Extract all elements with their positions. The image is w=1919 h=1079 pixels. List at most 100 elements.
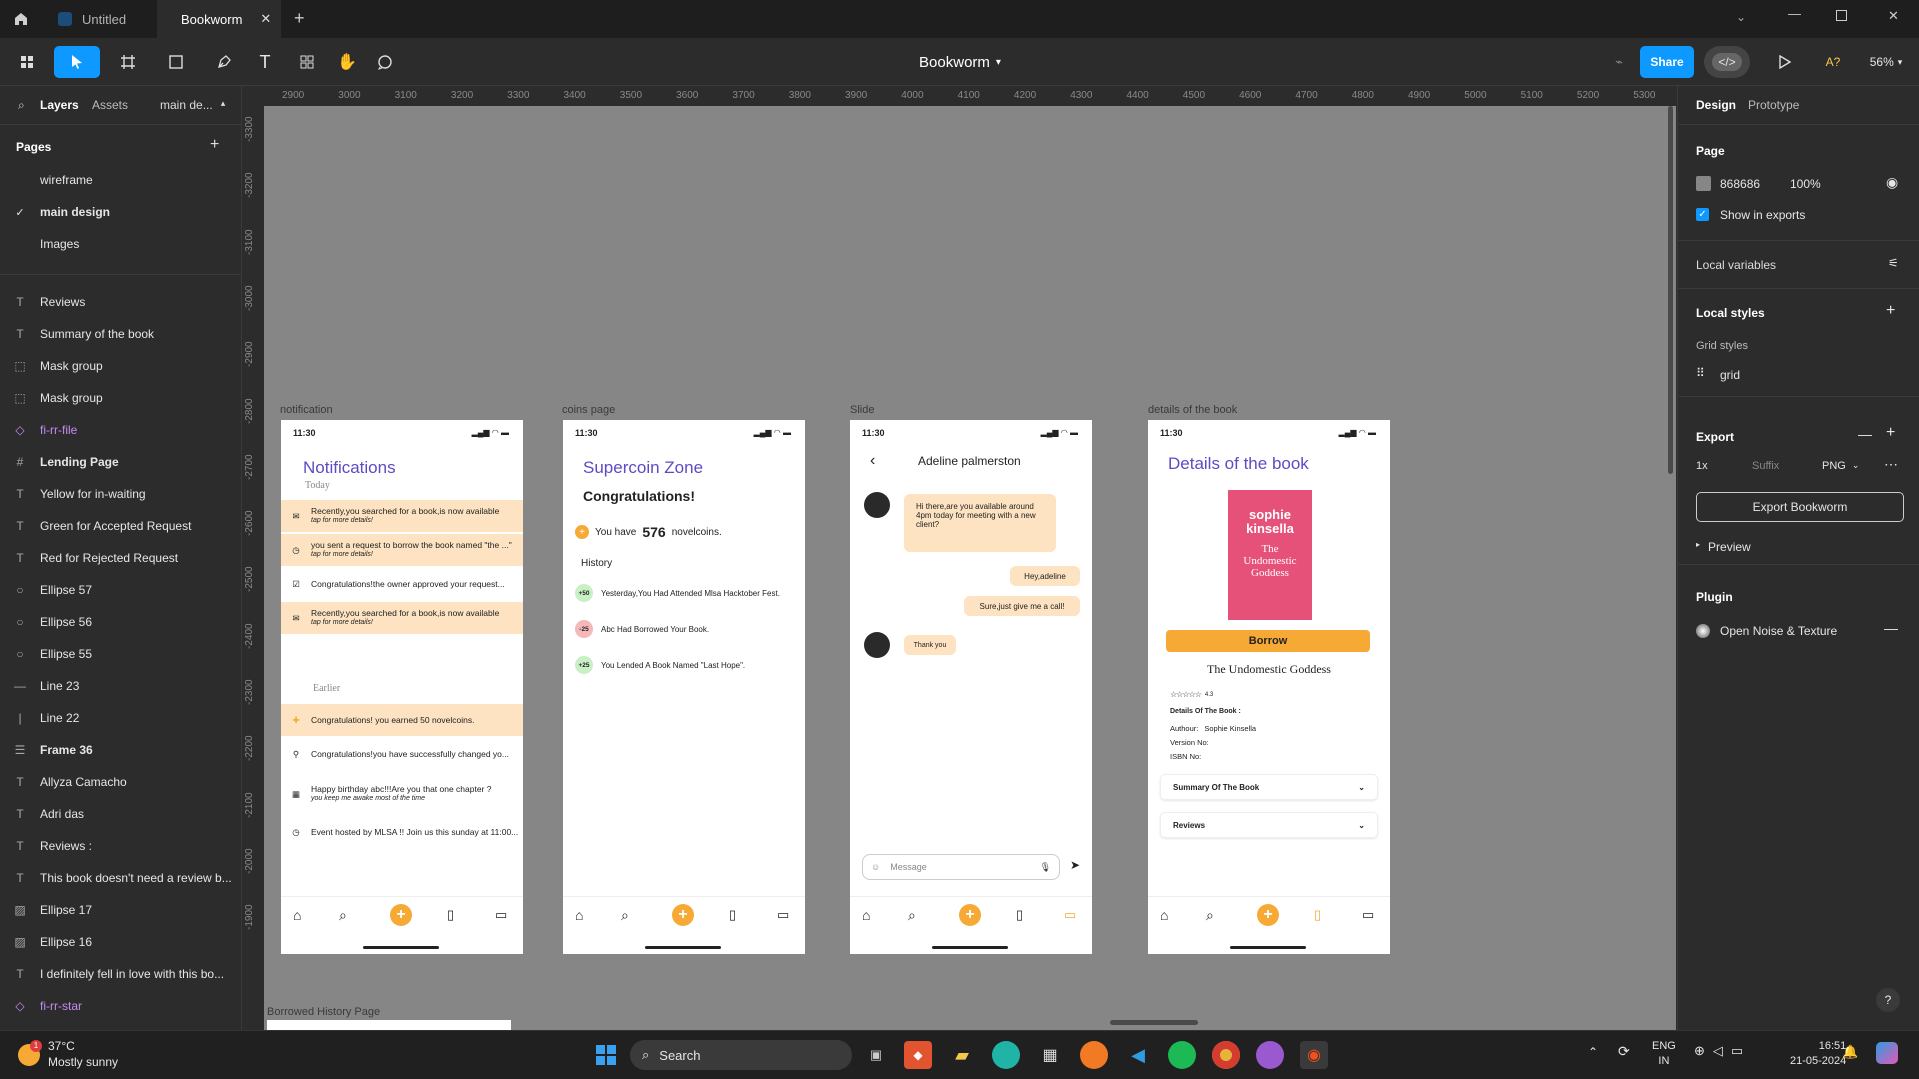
weather-widget[interactable]: 1 37°C Mostly sunny: [18, 1039, 118, 1070]
copilot-icon[interactable]: [1876, 1042, 1898, 1064]
summary-accordion[interactable]: Summary Of The Book ⌄: [1160, 774, 1378, 800]
nav-book-icon[interactable]: ▯: [729, 907, 736, 923]
nav-home-icon[interactable]: ⌂: [862, 907, 870, 923]
frame-label-notification[interactable]: notification: [280, 404, 333, 416]
layer-item[interactable]: ☰ Frame 36: [0, 734, 241, 766]
brave-browser-icon[interactable]: ◆: [904, 1041, 932, 1069]
notification-item[interactable]: ⚲ Congratulations!you have successfully c…: [281, 738, 523, 770]
export-button[interactable]: Export Bookworm: [1696, 492, 1904, 522]
page-color-value[interactable]: 868686: [1720, 177, 1760, 191]
github-icon[interactable]: [1256, 1041, 1284, 1069]
nav-home-icon[interactable]: ⌂: [575, 907, 583, 923]
chevron-up-icon[interactable]: ⌃: [1588, 1045, 1598, 1059]
task-view-icon[interactable]: ▣: [862, 1041, 890, 1069]
resources-button[interactable]: [294, 46, 320, 78]
home-button[interactable]: [8, 8, 34, 30]
nav-add-button[interactable]: +: [390, 904, 412, 926]
figma-app-icon[interactable]: ◉: [1300, 1041, 1328, 1069]
nav-add-button[interactable]: +: [1257, 904, 1279, 926]
layer-item[interactable]: ⬚ Mask group: [0, 382, 241, 414]
back-arrow-icon[interactable]: ‹: [870, 452, 875, 470]
frame-label-coins[interactable]: coins page: [562, 404, 615, 416]
main-menu-button[interactable]: [12, 46, 42, 78]
close-icon[interactable]: ✕: [260, 11, 271, 27]
layer-item[interactable]: T This book doesn't need a review b...: [0, 862, 241, 894]
show-exports-checkbox[interactable]: ✓: [1696, 208, 1709, 221]
frame-tool-button[interactable]: [110, 46, 146, 78]
system-tray-icons[interactable]: ⊕◁▭: [1694, 1043, 1751, 1059]
accessibility-button[interactable]: A?: [1820, 46, 1846, 78]
bell-icon[interactable]: 🔔: [1842, 1044, 1858, 1060]
text-tool-button[interactable]: T: [252, 46, 278, 78]
notification-frame[interactable]: 11:30 ▂▄▆ ◠ ▬ Notifications Today ✉ Recen…: [281, 420, 523, 954]
share-button[interactable]: Share: [1640, 46, 1694, 78]
nav-home-icon[interactable]: ⌂: [1160, 907, 1168, 923]
page-item-wireframe[interactable]: wireframe: [0, 164, 241, 196]
nav-book-icon[interactable]: ▯: [1314, 907, 1321, 923]
page-dropdown[interactable]: main de... ▴: [160, 98, 225, 112]
layer-item[interactable]: ⬚ Mask group: [0, 350, 241, 382]
details-frame[interactable]: 11:30 ▂▄▆ ◠ ▬ Details of the book sophie…: [1148, 420, 1390, 954]
shape-tool-button[interactable]: [158, 46, 194, 78]
nav-search-icon[interactable]: ⌕: [621, 907, 629, 924]
layer-item[interactable]: ○ Ellipse 56: [0, 606, 241, 638]
frame-label-details[interactable]: details of the book: [1148, 404, 1237, 416]
tab-prototype[interactable]: Prototype: [1748, 98, 1799, 112]
present-button[interactable]: [1770, 46, 1800, 78]
layer-item[interactable]: T Adri das: [0, 798, 241, 830]
add-style-button[interactable]: +: [1886, 302, 1895, 320]
firefox-icon[interactable]: [1080, 1041, 1108, 1069]
notification-item[interactable]: ☑ Congratulations!the owner approved your…: [281, 568, 523, 600]
restore-icon[interactable]: [1836, 10, 1847, 21]
local-variables-label[interactable]: Local variables: [1696, 258, 1776, 272]
tab-assets[interactable]: Assets: [92, 98, 128, 112]
borrow-button[interactable]: Borrow: [1166, 630, 1370, 652]
remove-plugin-button[interactable]: —: [1884, 620, 1898, 636]
notification-item[interactable]: ✉ Recently,you searched for a book,is now…: [281, 602, 523, 634]
new-tab-button[interactable]: +: [294, 8, 305, 29]
remove-export-button[interactable]: —: [1858, 426, 1872, 442]
zoom-dropdown[interactable]: 56% ▾: [1862, 46, 1910, 78]
nav-search-icon[interactable]: ⌕: [908, 907, 916, 924]
add-page-button[interactable]: +: [210, 136, 219, 154]
clock[interactable]: 16:51 21-05-2024: [1790, 1039, 1846, 1070]
taskbar-search[interactable]: ⌕ Search: [630, 1040, 852, 1070]
nav-book-icon[interactable]: ▯: [447, 907, 454, 923]
send-icon[interactable]: ➤: [1070, 858, 1080, 872]
comment-tool-button[interactable]: [372, 46, 398, 78]
layer-item[interactable]: | Line 22: [0, 702, 241, 734]
hand-tool-button[interactable]: ✋: [334, 46, 360, 78]
notification-item[interactable]: ✚ Congratulations! you earned 50 novelcoi…: [281, 704, 523, 736]
export-format-dropdown[interactable]: PNG ⌄: [1822, 460, 1859, 472]
store-icon[interactable]: ▦: [1036, 1041, 1064, 1069]
eye-icon[interactable]: ◉: [1886, 174, 1898, 191]
more-options-icon[interactable]: ⋯: [1884, 456, 1898, 473]
nav-book-icon[interactable]: ▯: [1016, 907, 1023, 923]
emoji-icon[interactable]: ☺: [871, 862, 880, 872]
layer-item[interactable]: T Green for Accepted Request: [0, 510, 241, 542]
layer-item[interactable]: T Allyza Camacho: [0, 766, 241, 798]
message-input[interactable]: ☺ Message 🎙: [862, 854, 1060, 880]
add-export-button[interactable]: +: [1886, 424, 1895, 442]
nav-search-icon[interactable]: ⌕: [1206, 907, 1214, 924]
layer-item[interactable]: T Yellow for in-waiting: [0, 478, 241, 510]
move-tool-button[interactable]: [54, 46, 100, 78]
variables-icon[interactable]: ⚟: [1888, 256, 1899, 270]
export-suffix-input[interactable]: Suffix: [1752, 460, 1779, 472]
vertical-scrollbar[interactable]: [1668, 106, 1673, 474]
nav-chat-icon[interactable]: ▭: [777, 907, 789, 923]
borrowed-history-frame[interactable]: [267, 1020, 511, 1030]
layer-item[interactable]: T Reviews :: [0, 830, 241, 862]
layer-item[interactable]: T Reviews: [0, 286, 241, 318]
notification-item[interactable]: ◷ Event hosted by MLSA !! Join us this su…: [281, 816, 523, 848]
canvas[interactable]: notification coins page Slide details of…: [264, 106, 1676, 1030]
start-button[interactable]: [592, 1041, 620, 1069]
file-explorer-icon[interactable]: ▰: [948, 1041, 976, 1069]
pen-tool-button[interactable]: [206, 46, 242, 78]
page-item-main-design[interactable]: ✓ main design: [0, 196, 241, 228]
language-indicator[interactable]: ENG IN: [1652, 1039, 1676, 1070]
chevron-down-icon[interactable]: ⌄: [1736, 10, 1746, 24]
chrome-icon[interactable]: [1212, 1041, 1240, 1069]
frame-label-slide[interactable]: Slide: [850, 404, 874, 416]
close-window-icon[interactable]: ✕: [1888, 8, 1899, 24]
